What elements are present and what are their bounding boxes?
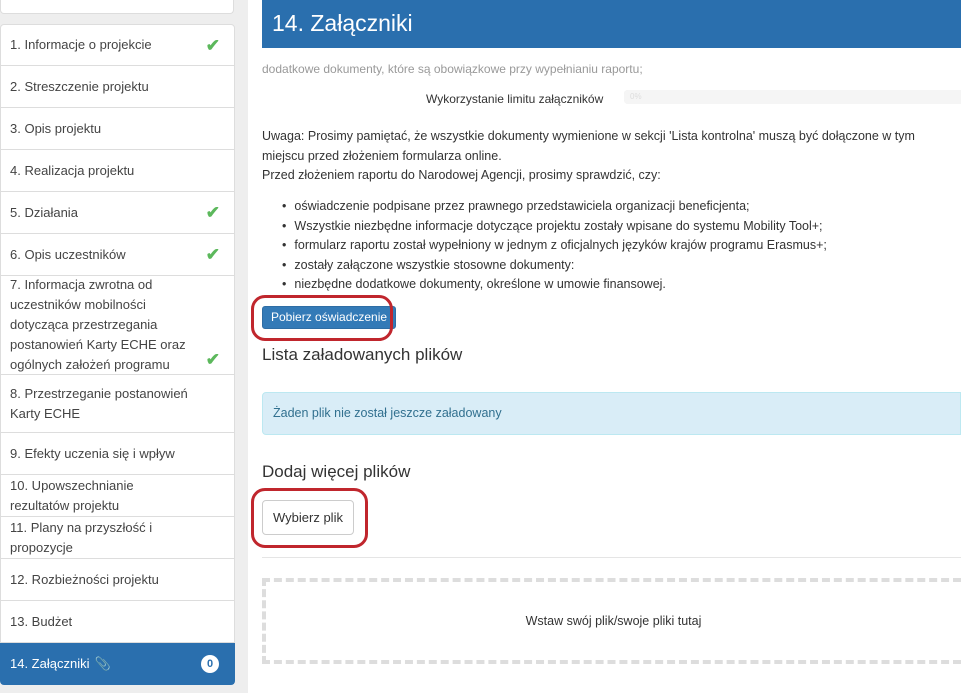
section-subtitle: dodatkowe dokumenty, które są obowiązkow… <box>262 62 643 76</box>
sidebar-item-2[interactable]: 2. Streszczenie projektu <box>0 66 235 108</box>
page-title: 14. Załączniki <box>262 0 961 48</box>
checkmark-icon: ✔ <box>205 203 220 222</box>
no-files-alert: Żaden plik nie został jeszcze załadowany <box>262 392 961 435</box>
sidebar-item-label: 2. Streszczenie projektu <box>10 78 149 94</box>
sidebar-item-1[interactable]: 1. Informacje o projekcie ✔ <box>0 24 235 66</box>
sidebar-item-7[interactable]: 7. Informacja zwrotna od uczestników mob… <box>0 276 235 375</box>
sidebar-item-9[interactable]: 9. Efekty uczenia się i wpływ <box>0 433 235 475</box>
notice-text: Uwaga: Prosimy pamiętać, że wszystkie do… <box>262 127 952 186</box>
sidebar-item-label: 9. Efekty uczenia się i wpływ <box>10 445 175 461</box>
add-files-heading: Dodaj więcej plików <box>262 462 411 481</box>
file-dropzone[interactable]: Wstaw swój plik/swoje pliki tutaj <box>262 578 961 664</box>
attachment-limit-value: 0% <box>624 90 961 104</box>
paperclip-icon: 📎 <box>94 655 111 671</box>
sidebar-item-label: 4. Realizacja projektu <box>10 162 135 178</box>
attachment-limit-label: Wykorzystanie limitu załączników <box>426 92 604 106</box>
attachment-count-badge: 0 <box>201 655 219 673</box>
download-declaration-button[interactable]: Pobierz oświadczenie <box>262 306 397 329</box>
checklist-item: oświadczenie podpisane przez prawnego pr… <box>282 197 827 217</box>
sidebar-item-label: 1. Informacje o projekcie <box>10 37 152 52</box>
sidebar-item-11[interactable]: 11. Plany na przyszłość i propozycje <box>0 517 235 559</box>
checklist-item: zostały załączone wszystkie stosowne dok… <box>282 256 827 276</box>
uploaded-files-heading: Lista załadowanych plików <box>262 345 463 364</box>
choose-file-button[interactable]: Wybierz plik <box>262 500 354 535</box>
checkmark-icon: ✔ <box>205 245 220 264</box>
sidebar-item-13[interactable]: 13. Budżet <box>0 601 235 643</box>
dropzone-label: Wstaw swój plik/swoje pliki tutaj <box>525 614 702 628</box>
checklist-item: formularz raportu został wypełniony w je… <box>282 236 827 256</box>
checklist-item: niezbędne dodatkowe dokumenty, określone… <box>282 275 827 295</box>
checklist-item: Wszystkie niezbędne informacje dotyczące… <box>282 217 827 237</box>
sidebar-item-4[interactable]: 4. Realizacja projektu <box>0 150 235 192</box>
sidebar: 1. Informacje o projekcie ✔ 2. Streszczeni… <box>0 0 248 693</box>
section-nav: 1. Informacje o projekcie ✔ 2. Streszczeni… <box>0 24 235 685</box>
sidebar-item-3[interactable]: 3. Opis projektu <box>0 108 235 150</box>
sidebar-item-label: 5. Działania <box>10 204 78 220</box>
divider <box>262 557 961 558</box>
sidebar-item-8[interactable]: 8. Przestrzeganie postanowień Karty ECHE <box>0 375 235 433</box>
sidebar-item-6[interactable]: 6. Opis uczestników ✔ <box>0 234 235 276</box>
checklist: oświadczenie podpisane przez prawnego pr… <box>282 197 827 295</box>
sidebar-item-14[interactable]: 14. Załączniki 📎 0 <box>0 643 235 685</box>
attachment-limit-progress: 0% <box>624 90 961 104</box>
sidebar-item-10[interactable]: 10. Upowszechnianie rezultatów projektu <box>0 475 235 517</box>
sidebar-item-label: 11. Plany na przyszłość i propozycje <box>10 519 153 555</box>
checkmark-icon: ✔ <box>205 35 220 55</box>
sidebar-item-label: 3. Opis projektu <box>10 120 102 136</box>
sidebar-item-label: 6. Opis uczestników <box>10 246 126 262</box>
notice-line: Przed złożeniem raportu do Narodowej Age… <box>262 168 661 182</box>
sidebar-top-panel <box>0 0 234 14</box>
sidebar-item-label: 10. Upowszechnianie rezultatów projektu <box>10 477 134 513</box>
sidebar-item-5[interactable]: 5. Działania ✔ <box>0 192 235 234</box>
sidebar-item-label: 7. Informacja zwrotna od uczestników mob… <box>10 277 186 372</box>
sidebar-item-label: 13. Budżet <box>10 613 73 629</box>
sidebar-item-label: 14. Załączniki <box>10 655 90 671</box>
sidebar-item-label: 8. Przestrzeganie postanowień Karty ECHE <box>10 385 188 421</box>
sidebar-item-12[interactable]: 12. Rozbieżności projektu <box>0 559 235 601</box>
sidebar-item-label: 12. Rozbieżności projektu <box>10 571 159 587</box>
checkmark-icon: ✔ <box>205 350 220 369</box>
notice-line: Uwaga: Prosimy pamiętać, że wszystkie do… <box>262 129 915 163</box>
